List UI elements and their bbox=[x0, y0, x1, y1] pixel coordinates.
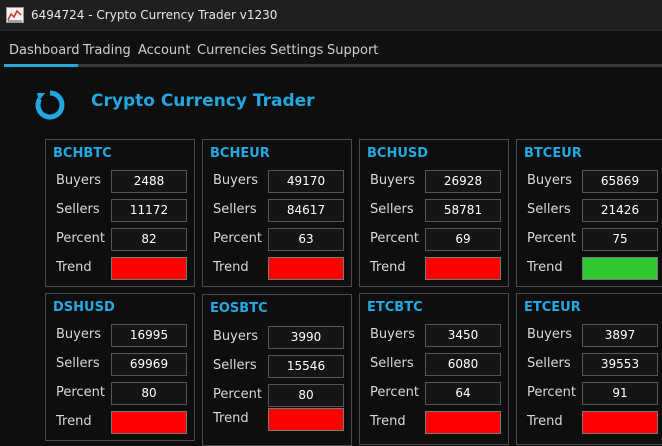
menu-dashboard[interactable]: Dashboard bbox=[9, 43, 80, 58]
percent-label: Percent bbox=[213, 231, 262, 246]
currency-card-eosbtc: EOSBTC Buyers 3990 Sellers 15546 Percent 80 Tre… bbox=[202, 294, 352, 446]
window-title: 6494724 - Crypto Currency Trader v1230 bbox=[31, 8, 278, 22]
sellers-value: 11172 bbox=[111, 199, 187, 222]
buyers-value: 3990 bbox=[268, 326, 344, 349]
percent-value: 69 bbox=[425, 228, 501, 251]
trend-indicator bbox=[268, 408, 344, 431]
sellers-label: Sellers bbox=[370, 202, 414, 217]
trend-label: Trend bbox=[527, 414, 563, 429]
sellers-label: Sellers bbox=[527, 356, 571, 371]
menu-support[interactable]: Support bbox=[327, 43, 378, 58]
buyers-label: Buyers bbox=[527, 173, 572, 188]
sellers-label: Sellers bbox=[213, 358, 257, 373]
trend-indicator bbox=[582, 257, 658, 280]
menu-account[interactable]: Account bbox=[138, 43, 191, 58]
currency-card-etceur: ETCEUR Buyers 3897 Sellers 39553 Percent 91 Tre… bbox=[516, 293, 662, 445]
trend-label: Trend bbox=[56, 414, 92, 429]
title-bar: 6494724 - Crypto Currency Trader v1230 bbox=[0, 0, 662, 31]
percent-value: 82 bbox=[111, 228, 187, 251]
currency-card-bcheur: BCHEUR Buyers 49170 Sellers 84617 Percent 63 Tr… bbox=[202, 139, 352, 287]
percent-label: Percent bbox=[527, 385, 576, 400]
currency-pair-name: ETCBTC bbox=[367, 300, 423, 315]
percent-value: 75 bbox=[582, 228, 658, 251]
percent-label: Percent bbox=[370, 385, 419, 400]
buyers-value: 49170 bbox=[268, 170, 344, 193]
active-tab-indicator bbox=[4, 64, 78, 67]
menu-currencies[interactable]: Currencies bbox=[197, 43, 266, 58]
sellers-value: 84617 bbox=[268, 199, 344, 222]
buyers-label: Buyers bbox=[370, 327, 415, 342]
menu-trading[interactable]: Trading bbox=[83, 43, 131, 58]
sellers-value: 6080 bbox=[425, 353, 501, 376]
percent-value: 63 bbox=[268, 228, 344, 251]
currency-pair-name: BTCEUR bbox=[524, 146, 582, 161]
trend-label: Trend bbox=[370, 414, 406, 429]
sellers-label: Sellers bbox=[213, 202, 257, 217]
app-title: Crypto Currency Trader bbox=[91, 91, 315, 111]
menu-settings[interactable]: Settings bbox=[270, 43, 323, 58]
buyers-value: 3450 bbox=[425, 324, 501, 347]
percent-value: 80 bbox=[268, 384, 344, 407]
currency-pair-name: BCHEUR bbox=[210, 146, 270, 161]
currency-pair-name: BCHUSD bbox=[367, 146, 429, 161]
sellers-label: Sellers bbox=[370, 356, 414, 371]
buyers-value: 2488 bbox=[111, 170, 187, 193]
trend-indicator bbox=[425, 411, 501, 434]
trend-label: Trend bbox=[213, 260, 249, 275]
currency-card-dshusd: DSHUSD Buyers 16995 Sellers 69969 Percent 80 Tr… bbox=[45, 293, 195, 441]
currency-pair-name: ETCEUR bbox=[524, 300, 581, 315]
sellers-value: 21426 bbox=[582, 199, 658, 222]
trend-indicator bbox=[111, 411, 187, 434]
trend-label: Trend bbox=[370, 260, 406, 275]
sellers-label: Sellers bbox=[56, 202, 100, 217]
currency-card-etcbtc: ETCBTC Buyers 3450 Sellers 6080 Percent 64 Tren… bbox=[359, 293, 509, 445]
percent-label: Percent bbox=[527, 231, 576, 246]
buyers-value: 16995 bbox=[111, 324, 187, 347]
refresh-logo-icon bbox=[34, 89, 66, 121]
trend-label: Trend bbox=[56, 260, 92, 275]
buyers-label: Buyers bbox=[370, 173, 415, 188]
trend-indicator bbox=[582, 411, 658, 434]
menu-divider bbox=[4, 64, 662, 67]
buyers-value: 65869 bbox=[582, 170, 658, 193]
percent-label: Percent bbox=[56, 231, 105, 246]
trend-label: Trend bbox=[527, 260, 563, 275]
currency-card-btceur: BTCEUR Buyers 65869 Sellers 21426 Percent 75 Tr… bbox=[516, 139, 662, 287]
sellers-value: 15546 bbox=[268, 355, 344, 378]
currency-card-bchbtc: BCHBTC Buyers 2488 Sellers 11172 Percent 82 Tre… bbox=[45, 139, 195, 287]
buyers-label: Buyers bbox=[56, 327, 101, 342]
currency-card-bchusd: BCHUSD Buyers 26928 Sellers 58781 Percent 69 Tr… bbox=[359, 139, 509, 287]
percent-label: Percent bbox=[370, 231, 419, 246]
buyers-label: Buyers bbox=[527, 327, 572, 342]
sellers-value: 69969 bbox=[111, 353, 187, 376]
app-chart-icon bbox=[6, 7, 24, 23]
percent-value: 91 bbox=[582, 382, 658, 405]
trend-indicator bbox=[111, 257, 187, 280]
currency-pair-name: EOSBTC bbox=[210, 301, 268, 316]
sellers-label: Sellers bbox=[56, 356, 100, 371]
buyers-label: Buyers bbox=[213, 329, 258, 344]
sellers-value: 58781 bbox=[425, 199, 501, 222]
percent-value: 64 bbox=[425, 382, 501, 405]
sellers-label: Sellers bbox=[527, 202, 571, 217]
trend-indicator bbox=[268, 257, 344, 280]
buyers-label: Buyers bbox=[56, 173, 101, 188]
trend-indicator bbox=[425, 257, 501, 280]
buyers-label: Buyers bbox=[213, 173, 258, 188]
trend-label: Trend bbox=[213, 411, 249, 426]
percent-label: Percent bbox=[213, 387, 262, 402]
currency-pair-name: BCHBTC bbox=[53, 146, 112, 161]
percent-label: Percent bbox=[56, 385, 105, 400]
menu-bar: Dashboard Trading Account Currencies Set… bbox=[0, 32, 662, 68]
sellers-value: 39553 bbox=[582, 353, 658, 376]
currency-pair-name: DSHUSD bbox=[53, 300, 115, 315]
buyers-value: 3897 bbox=[582, 324, 658, 347]
buyers-value: 26928 bbox=[425, 170, 501, 193]
percent-value: 80 bbox=[111, 382, 187, 405]
